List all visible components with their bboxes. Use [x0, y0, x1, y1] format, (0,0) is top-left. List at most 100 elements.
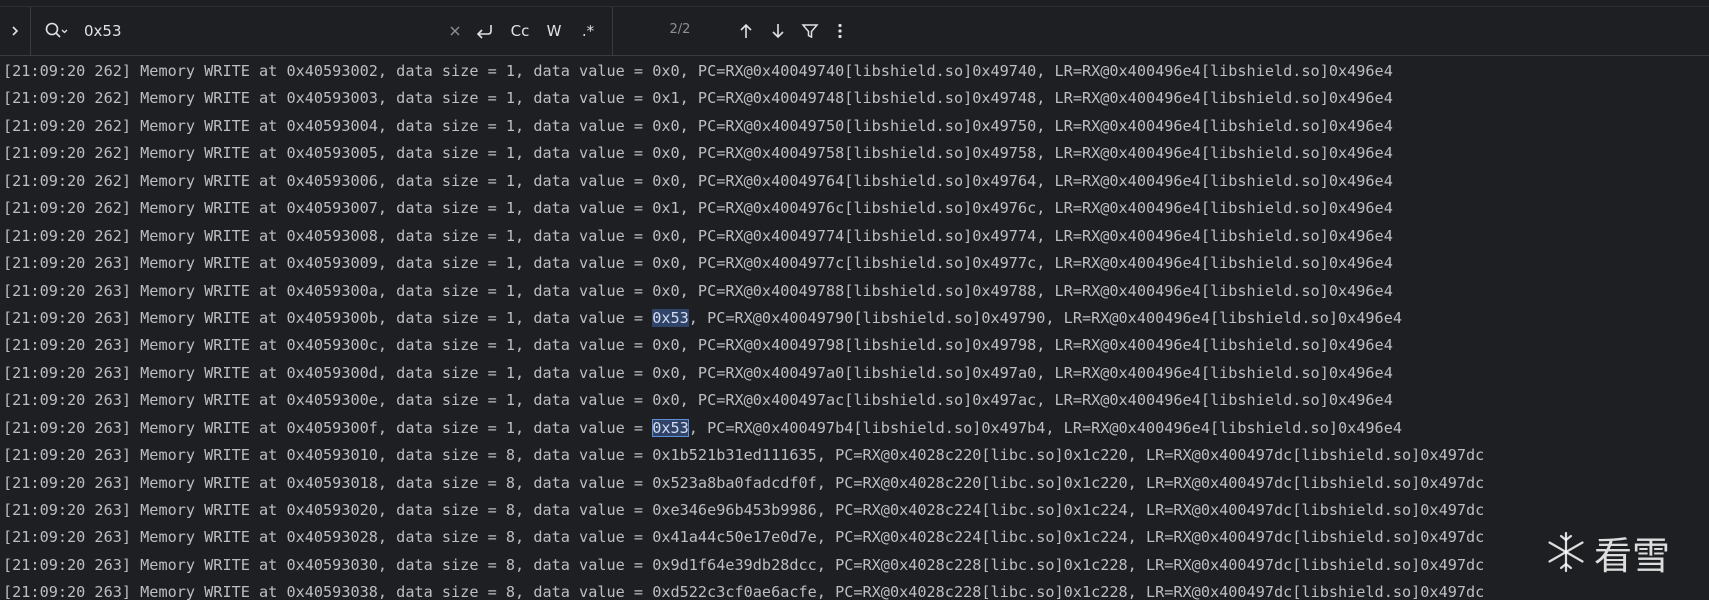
log-line-prefix: [21:09:20 263] Memory WRITE at 0x4059303…: [3, 583, 653, 600]
log-data-value: 0xe346e96b453b9986: [652, 501, 817, 519]
log-line-prefix: [21:09:20 263] Memory WRITE at 0x4059300…: [3, 254, 653, 273]
search-history-icon[interactable]: [44, 21, 68, 41]
close-icon: [450, 26, 460, 36]
log-line: [21:09:20 263] Memory WRITE at 0x4059302…: [0, 524, 1709, 551]
log-line: [21:09:20 262] Memory WRITE at 0x4059300…: [0, 85, 1709, 112]
log-line-suffix: , PC=RX@0x400497ac[libshield.so]0x497ac,…: [679, 391, 1393, 410]
match-case-button[interactable]: Cc: [506, 19, 534, 43]
log-line: [21:09:20 262] Memory WRITE at 0x4059300…: [0, 168, 1709, 195]
log-line: [21:09:20 262] Memory WRITE at 0x4059300…: [0, 58, 1709, 85]
log-line: [21:09:20 263] Memory WRITE at 0x4059300…: [0, 250, 1709, 277]
search-match-highlight: 0x53: [652, 308, 689, 327]
log-line-suffix: , PC=RX@0x4028c220[libc.so]0x1c220, LR=R…: [816, 446, 1485, 465]
log-line-prefix: [21:09:20 263] Memory WRITE at 0x4059303…: [3, 555, 653, 574]
log-line-prefix: [21:09:20 263] Memory WRITE at 0x4059300…: [3, 363, 653, 382]
match-count: 2/2: [669, 22, 691, 37]
log-line-prefix: [21:09:20 262] Memory WRITE at 0x4059300…: [3, 62, 653, 80]
log-line: [21:09:20 263] Memory WRITE at 0x4059300…: [0, 387, 1709, 414]
log-line: [21:09:20 263] Memory WRITE at 0x4059300…: [0, 360, 1709, 387]
log-data-value: 0x0: [652, 144, 680, 163]
log-line-suffix: , PC=RX@0x40049750[libshield.so]0x49750,…: [679, 116, 1393, 135]
log-data-value: 0x0: [652, 171, 680, 190]
log-line-suffix: , PC=RX@0x40049758[libshield.so]0x49758,…: [679, 144, 1393, 163]
log-data-value: 0x0: [652, 116, 680, 135]
log-line-prefix: [21:09:20 263] Memory WRITE at 0x4059300…: [3, 308, 653, 327]
current-search-match: 0x53: [652, 418, 689, 437]
more-options-button[interactable]: [830, 19, 850, 43]
log-line-prefix: [21:09:20 262] Memory WRITE at 0x4059300…: [3, 199, 653, 218]
console-output[interactable]: [21:09:20 262] Memory WRITE at 0x4059300…: [0, 58, 1709, 600]
log-line: [21:09:20 262] Memory WRITE at 0x4059300…: [0, 195, 1709, 222]
log-data-value: 0xd522c3cf0ae6acfe: [652, 583, 817, 600]
log-line-suffix: , PC=RX@0x40049788[libshield.so]0x49788,…: [679, 281, 1393, 300]
log-line: [21:09:20 262] Memory WRITE at 0x4059300…: [0, 223, 1709, 250]
log-data-value: 0x1: [652, 199, 680, 218]
log-line: [21:09:20 263] Memory WRITE at 0x4059300…: [0, 332, 1709, 359]
log-line-prefix: [21:09:20 263] Memory WRITE at 0x4059301…: [3, 446, 653, 465]
log-line-prefix: [21:09:20 263] Memory WRITE at 0x4059300…: [3, 418, 653, 437]
search-input[interactable]: [84, 20, 434, 42]
log-data-value: 0x1b521b31ed111635: [652, 446, 817, 465]
log-line-suffix: , PC=RX@0x40049748[libshield.so]0x49748,…: [679, 89, 1393, 108]
log-data-value: 0x0: [652, 391, 680, 410]
log-line: [21:09:20 262] Memory WRITE at 0x4059300…: [0, 140, 1709, 167]
find-bar-divider: [612, 7, 613, 55]
window-top-edge: [0, 0, 1709, 7]
log-line: [21:09:20 263] Memory WRITE at 0x4059303…: [0, 552, 1709, 579]
new-line-button[interactable]: [472, 19, 496, 43]
log-line-prefix: [21:09:20 262] Memory WRITE at 0x4059300…: [3, 116, 653, 135]
next-match-button[interactable]: [766, 19, 790, 43]
log-line-prefix: [21:09:20 262] Memory WRITE at 0x4059300…: [3, 226, 653, 245]
log-data-value: 0x0: [652, 281, 680, 300]
log-line-prefix: [21:09:20 262] Memory WRITE at 0x4059300…: [3, 89, 653, 108]
log-line-prefix: [21:09:20 263] Memory WRITE at 0x4059301…: [3, 473, 653, 492]
log-line-prefix: [21:09:20 263] Memory WRITE at 0x4059300…: [3, 281, 653, 300]
log-line-suffix: , PC=RX@0x40049790[libshield.so]0x49790,…: [688, 308, 1402, 327]
log-line-suffix: , PC=RX@0x4028c224[libc.so]0x1c224, LR=R…: [816, 501, 1485, 519]
log-data-value: 0x0: [652, 254, 680, 273]
log-line-suffix: , PC=RX@0x4004976c[libshield.so]0x4976c,…: [679, 199, 1393, 218]
chevron-right-icon: [12, 26, 19, 36]
whole-words-button[interactable]: W: [542, 19, 566, 43]
log-line-suffix: , PC=RX@0x4028c228[libc.so]0x1c228, LR=R…: [816, 583, 1485, 600]
log-line-prefix: [21:09:20 262] Memory WRITE at 0x4059300…: [3, 171, 653, 190]
log-data-value: 0x0: [652, 363, 680, 382]
find-bar: Cc W .* 2/2: [0, 7, 1709, 56]
regex-button[interactable]: .*: [574, 19, 602, 43]
log-line-suffix: , PC=RX@0x40049740[libshield.so]0x49740,…: [679, 62, 1393, 80]
log-data-value: 0x0: [652, 336, 680, 355]
log-line-suffix: , PC=RX@0x40049774[libshield.so]0x49774,…: [679, 226, 1393, 245]
log-line-suffix: , PC=RX@0x4028c220[libc.so]0x1c220, LR=R…: [816, 473, 1485, 492]
log-line-suffix: , PC=RX@0x400497a0[libshield.so]0x497a0,…: [679, 363, 1393, 382]
log-line: [21:09:20 263] Memory WRITE at 0x4059301…: [0, 442, 1709, 469]
log-data-value: 0x41a44c50e17e0d7e: [652, 528, 817, 547]
log-line: [21:09:20 263] Memory WRITE at 0x4059303…: [0, 579, 1709, 600]
log-line: [21:09:20 263] Memory WRITE at 0x4059300…: [0, 305, 1709, 332]
log-line-prefix: [21:09:20 262] Memory WRITE at 0x4059300…: [3, 144, 653, 163]
log-line: [21:09:20 263] Memory WRITE at 0x4059300…: [0, 415, 1709, 442]
clear-search-button[interactable]: [444, 19, 466, 43]
log-data-value: 0x523a8ba0fadcdf0f: [652, 473, 817, 492]
log-data-value: 0x1: [652, 89, 680, 108]
arrow-down-icon: [772, 24, 784, 39]
log-line-suffix: , PC=RX@0x40049798[libshield.so]0x49798,…: [679, 336, 1393, 355]
log-line-prefix: [21:09:20 263] Memory WRITE at 0x4059302…: [3, 501, 653, 519]
filter-button[interactable]: [798, 19, 822, 43]
log-line: [21:09:20 263] Memory WRITE at 0x4059300…: [0, 278, 1709, 305]
log-line-suffix: , PC=RX@0x4004977c[libshield.so]0x4977c,…: [679, 254, 1393, 273]
log-line-suffix: , PC=RX@0x4028c224[libc.so]0x1c224, LR=R…: [816, 528, 1485, 547]
filter-icon: [801, 24, 819, 39]
arrow-up-icon: [740, 23, 752, 38]
log-line: [21:09:20 262] Memory WRITE at 0x4059300…: [0, 113, 1709, 140]
log-data-value: 0x0: [652, 62, 680, 80]
more-vertical-icon: [838, 23, 842, 39]
log-line-suffix: , PC=RX@0x40049764[libshield.so]0x49764,…: [679, 171, 1393, 190]
log-data-value: 0x9d1f64e39db28dcc: [652, 555, 817, 574]
previous-match-button[interactable]: [734, 19, 758, 43]
log-line-prefix: [21:09:20 263] Memory WRITE at 0x4059300…: [3, 336, 653, 355]
expand-replace-button[interactable]: [0, 7, 31, 55]
log-line-prefix: [21:09:20 263] Memory WRITE at 0x4059302…: [3, 528, 653, 547]
log-data-value: 0x0: [652, 226, 680, 245]
log-line: [21:09:20 263] Memory WRITE at 0x4059302…: [0, 497, 1709, 524]
log-line-suffix: , PC=RX@0x4028c228[libc.so]0x1c228, LR=R…: [816, 555, 1485, 574]
